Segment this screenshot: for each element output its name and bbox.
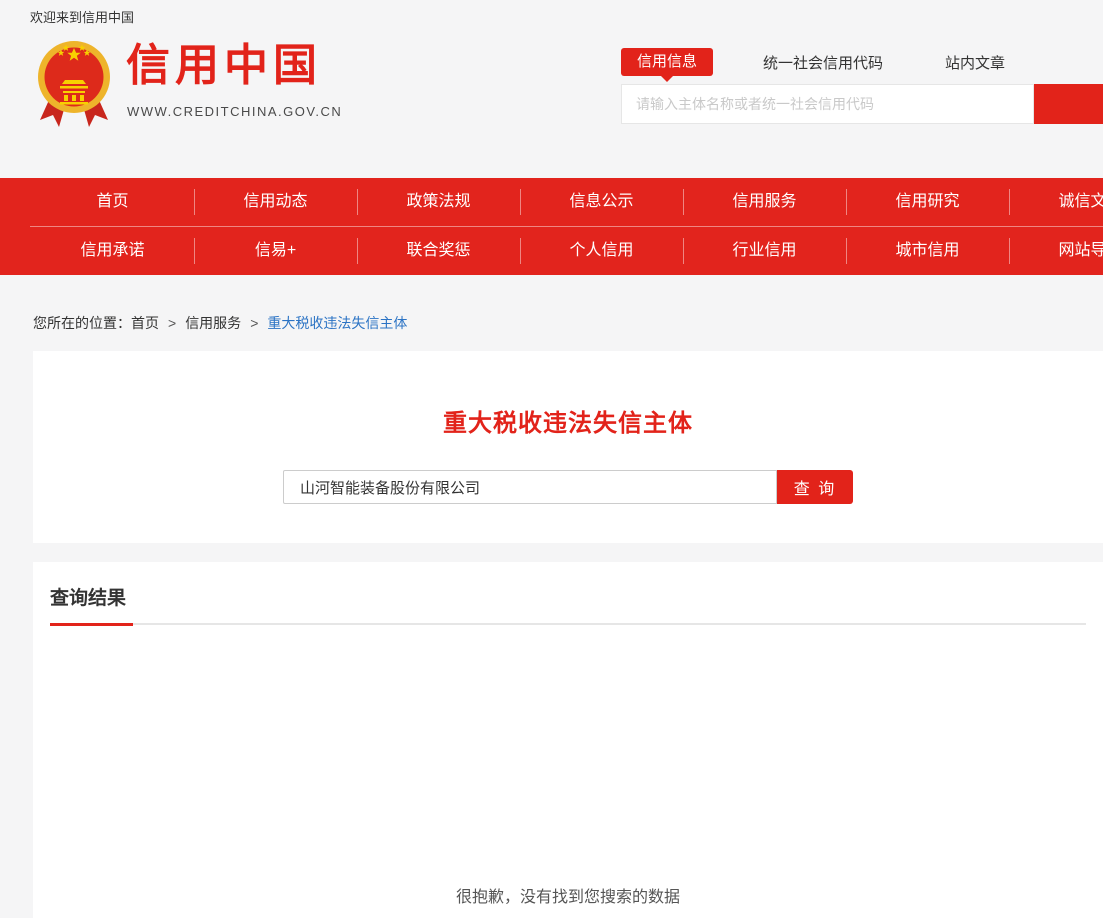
nav-item[interactable]: 首页 bbox=[31, 178, 194, 226]
results-heading: 查询结果 bbox=[50, 583, 126, 610]
welcome-bar: 欢迎来到信用中国 bbox=[0, 0, 1103, 26]
empty-results-message: 很抱歉，没有找到您搜索的数据 bbox=[50, 883, 1086, 907]
page-title: 重大税收违法失信主体 bbox=[33, 351, 1103, 438]
credit-china-page: { "top_bar": { "welcome": "欢迎来到信用中国" }, … bbox=[0, 0, 1103, 918]
header-search-button[interactable] bbox=[1034, 84, 1103, 124]
search-tabs: 信用信息 统一社会信用代码 站内文章 bbox=[621, 48, 1103, 76]
national-emblem-icon bbox=[37, 117, 111, 134]
breadcrumb: 您所在的位置：首页 > 信用服务 > 重大税收违法失信主体 bbox=[33, 316, 1103, 331]
header-search: 信用信息 统一社会信用代码 站内文章 bbox=[621, 48, 1103, 124]
search-tab[interactable]: 站内文章 bbox=[945, 52, 1005, 73]
nav-item[interactable]: 信息公示 bbox=[520, 178, 683, 226]
nav-item[interactable]: 个人信用 bbox=[520, 227, 683, 275]
query-search-bar: 查 询 bbox=[33, 470, 1103, 504]
nav-item[interactable]: 诚信文化 bbox=[1009, 178, 1103, 226]
site-url: WWW.CREDITCHINA.GOV.CN bbox=[127, 104, 342, 119]
search-tab[interactable]: 统一社会信用代码 bbox=[763, 52, 883, 73]
nav-item[interactable]: 信易+ bbox=[194, 227, 357, 275]
site-logo[interactable] bbox=[37, 40, 111, 130]
nav-item[interactable]: 城市信用 bbox=[846, 227, 1009, 275]
breadcrumb-separator: > bbox=[250, 315, 258, 331]
nav-row-1: 首页信用动态政策法规信息公示信用服务信用研究诚信文化 bbox=[0, 178, 1103, 226]
nav-item[interactable]: 信用承诺 bbox=[31, 227, 194, 275]
nav-item[interactable]: 信用动态 bbox=[194, 178, 357, 226]
search-tab[interactable]: 信用信息 bbox=[621, 48, 713, 76]
header-search-bar bbox=[621, 84, 1103, 124]
nav-item[interactable]: 政策法规 bbox=[357, 178, 520, 226]
query-input[interactable] bbox=[283, 470, 777, 504]
breadcrumb-item-home[interactable]: 首页 bbox=[131, 315, 159, 331]
results-header: 查询结果 bbox=[50, 562, 1086, 625]
welcome-text: 欢迎来到信用中国 bbox=[30, 10, 134, 25]
header-search-input[interactable] bbox=[621, 84, 1034, 124]
nav-row-2: 信用承诺信易+联合奖惩个人信用行业信用城市信用网站导航 bbox=[0, 227, 1103, 275]
nav-item[interactable]: 联合奖惩 bbox=[357, 227, 520, 275]
breadcrumb-item-credit-service[interactable]: 信用服务 bbox=[185, 315, 241, 331]
site-name: 信用中国 bbox=[126, 44, 322, 88]
results-panel: 查询结果 很抱歉，没有找到您搜索的数据 bbox=[33, 562, 1103, 918]
nav-item[interactable]: 行业信用 bbox=[683, 227, 846, 275]
main-nav: 首页信用动态政策法规信息公示信用服务信用研究诚信文化 信用承诺信易+联合奖惩个人… bbox=[0, 178, 1103, 275]
query-panel: 重大税收违法失信主体 查 询 bbox=[33, 351, 1103, 543]
breadcrumb-item-current[interactable]: 重大税收违法失信主体 bbox=[267, 315, 407, 331]
breadcrumb-prefix: 您所在的位置： bbox=[33, 315, 131, 331]
site-header: 信用中国 WWW.CREDITCHINA.GOV.CN 信用信息 统一社会信用代码… bbox=[0, 26, 1103, 178]
query-button[interactable]: 查 询 bbox=[777, 470, 853, 504]
nav-item[interactable]: 信用研究 bbox=[846, 178, 1009, 226]
breadcrumb-separator: > bbox=[168, 315, 176, 331]
nav-item[interactable]: 网站导航 bbox=[1009, 227, 1103, 275]
nav-item[interactable]: 信用服务 bbox=[683, 178, 846, 226]
